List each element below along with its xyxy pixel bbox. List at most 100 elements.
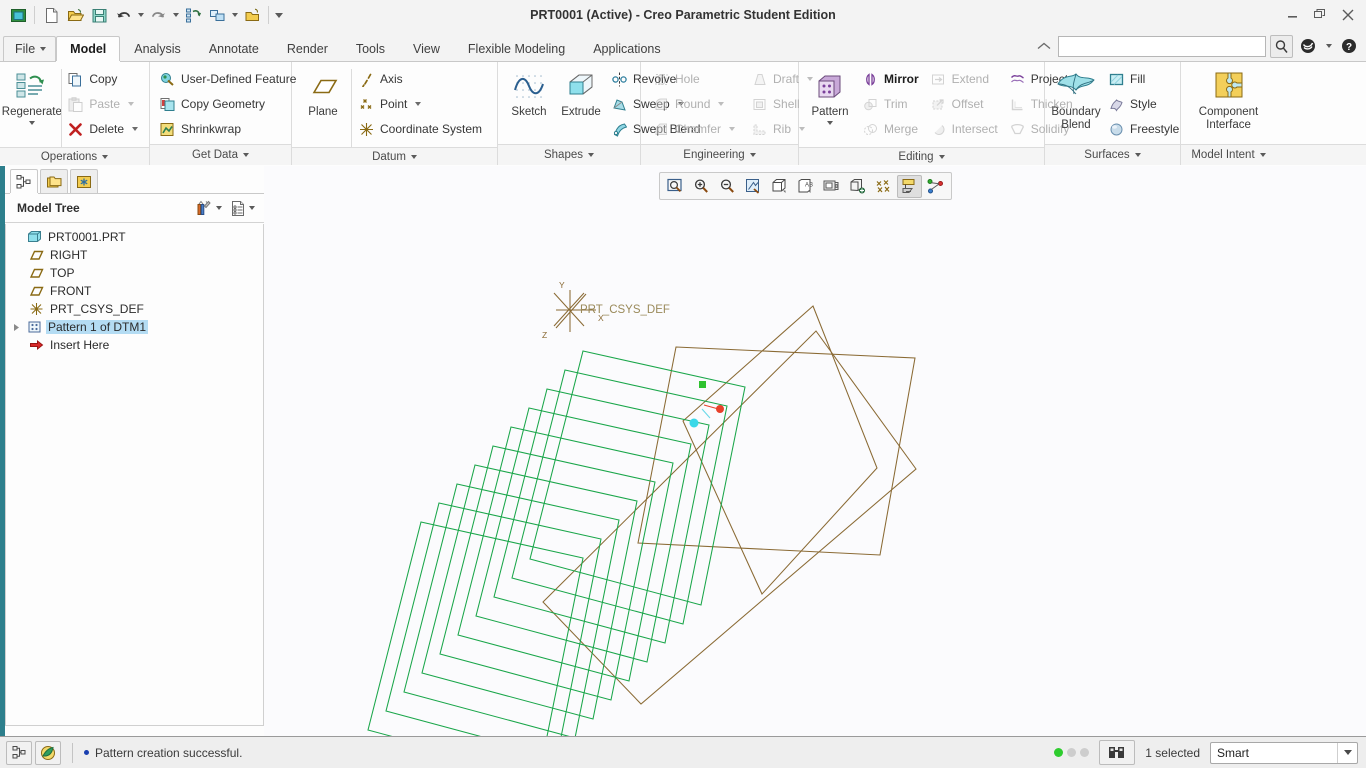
view-manager-icon[interactable] (819, 175, 844, 198)
new-file-icon[interactable] (39, 3, 63, 27)
group-label-get-data[interactable]: Get Data (150, 144, 291, 165)
coordinate-system-button[interactable]: Coordinate System (354, 117, 488, 141)
tree-settings-button[interactable] (227, 198, 258, 219)
redo-dropdown-arrow[interactable] (170, 3, 181, 27)
favorites-tab[interactable] (70, 169, 98, 193)
group-label-engineering[interactable]: Engineering (641, 144, 798, 165)
tab-model[interactable]: Model (56, 36, 121, 61)
refit-icon[interactable] (663, 175, 688, 198)
saved-orientations-icon[interactable]: AB (793, 175, 818, 198)
extrude-button[interactable]: Extrude (555, 66, 607, 121)
chevron-down-icon[interactable] (132, 127, 138, 131)
perspective-view-icon[interactable] (845, 175, 870, 198)
zoom-in-icon[interactable] (689, 175, 714, 198)
copy-button[interactable]: Copy (63, 67, 144, 91)
regenerate-icon[interactable] (181, 3, 205, 27)
datum-display-filters-icon[interactable] (871, 175, 896, 198)
collapse-ribbon-icon[interactable] (1034, 36, 1054, 56)
component-interface-button[interactable]: Component Interface (1192, 66, 1265, 134)
search-input[interactable] (1058, 35, 1266, 57)
close-button[interactable] (1334, 2, 1362, 28)
chevron-down-icon[interactable] (28, 121, 35, 125)
shrinkwrap-button[interactable]: Shrinkwrap (155, 117, 302, 141)
search-field[interactable] (1064, 40, 1260, 52)
annotation-display-icon[interactable] (897, 174, 922, 198)
sketch-button[interactable]: Sketch (503, 66, 555, 121)
ptc-community-icon[interactable] (1297, 35, 1319, 57)
save-icon[interactable] (87, 3, 111, 27)
help-icon[interactable]: ? (1338, 35, 1360, 57)
fill-button[interactable]: Fill (1104, 67, 1185, 91)
group-label-operations[interactable]: Operations (0, 147, 149, 165)
delete-button[interactable]: Delete (63, 117, 144, 141)
tree-item-front[interactable]: FRONT (6, 282, 263, 300)
tree-item-part[interactable]: PRT0001.PRT (6, 228, 263, 246)
community-dropdown-arrow[interactable] (1323, 34, 1334, 58)
hole-button[interactable]: Hole (649, 67, 741, 91)
open-file-icon[interactable] (63, 3, 87, 27)
group-label-editing[interactable]: Editing (799, 147, 1044, 165)
tab-render[interactable]: Render (273, 36, 342, 61)
tree-item-insert-here[interactable]: Insert Here (6, 336, 263, 354)
display-style-icon[interactable] (767, 175, 792, 198)
freestyle-button[interactable]: Freestyle (1104, 117, 1185, 141)
restore-button[interactable] (1306, 2, 1334, 28)
group-label-shapes[interactable]: Shapes (498, 144, 640, 165)
merge-button[interactable]: Merge (858, 117, 925, 141)
redo-icon[interactable] (146, 3, 170, 27)
model-tree-toggle-icon[interactable] (6, 740, 32, 765)
tab-annotate[interactable]: Annotate (195, 36, 273, 61)
regenerate-button[interactable]: Regenerate (2, 66, 62, 128)
chevron-down-icon[interactable] (415, 102, 422, 106)
tree-item-right[interactable]: RIGHT (6, 246, 263, 264)
tree-item-top[interactable]: TOP (6, 264, 263, 282)
user-defined-feature-button[interactable]: User-Defined Feature (155, 67, 302, 91)
search-entities-icon[interactable] (1099, 740, 1136, 765)
chevron-down-icon[interactable] (1337, 742, 1357, 763)
repaint-icon[interactable] (741, 175, 766, 198)
paste-button[interactable]: Paste (63, 92, 144, 116)
tab-applications[interactable]: Applications (579, 36, 674, 61)
graphics-viewport[interactable]: AB Y X Z PRT_CSYS_DEF (264, 166, 1366, 736)
style-button[interactable]: Style (1104, 92, 1185, 116)
tab-view[interactable]: View (399, 36, 454, 61)
tree-filters-button[interactable] (192, 197, 225, 219)
window-switch-dropdown-arrow[interactable] (229, 3, 240, 27)
tab-file[interactable]: File (3, 36, 57, 61)
pattern-handle-direction-2[interactable] (716, 405, 724, 413)
tab-flexible-modeling[interactable]: Flexible Modeling (454, 36, 579, 61)
copy-geometry-button[interactable]: Copy Geometry (155, 92, 302, 116)
offset-button[interactable]: Offset (926, 92, 1004, 116)
axis-button[interactable]: Axis (354, 67, 488, 91)
window-switch-icon[interactable] (205, 3, 229, 27)
tab-analysis[interactable]: Analysis (120, 36, 195, 61)
browser-toggle-icon[interactable] (35, 740, 61, 765)
boundary-blend-button[interactable]: Boundary Blend (1050, 66, 1102, 134)
spin-center-icon[interactable] (923, 175, 948, 198)
tree-item-csys[interactable]: PRT_CSYS_DEF (6, 300, 263, 318)
chamfer-button[interactable]: Chamfer (649, 117, 741, 141)
group-label-model-intent[interactable]: Model Intent (1181, 144, 1276, 165)
undo-icon[interactable] (111, 3, 135, 27)
mirror-button[interactable]: Mirror (858, 67, 925, 91)
model-tree-tab[interactable] (10, 169, 38, 193)
tab-tools[interactable]: Tools (342, 36, 399, 61)
group-label-datum[interactable]: Datum (292, 147, 497, 165)
pattern-button[interactable]: Pattern (804, 66, 856, 128)
pattern-handle-direction-1[interactable] (699, 381, 706, 388)
trim-button[interactable]: Trim (858, 92, 925, 116)
model-tree[interactable]: PRT0001.PRT RIGHT TOP FRONT PRT_CSYS_DEF… (5, 224, 264, 726)
zoom-out-icon[interactable] (715, 175, 740, 198)
close-window-icon[interactable] (240, 3, 264, 27)
selection-filter-dropdown[interactable]: Smart (1210, 741, 1358, 764)
minimize-button[interactable] (1278, 2, 1306, 28)
group-label-surfaces[interactable]: Surfaces (1045, 144, 1180, 165)
round-button[interactable]: Round (649, 92, 741, 116)
point-button[interactable]: Point (354, 92, 488, 116)
search-button[interactable] (1270, 34, 1293, 58)
plane-button[interactable]: Plane (297, 66, 349, 121)
intersect-button[interactable]: Intersect (926, 117, 1004, 141)
undo-dropdown-arrow[interactable] (135, 3, 146, 27)
extend-button[interactable]: Extend (926, 67, 1004, 91)
pattern-handle-origin[interactable] (689, 418, 699, 428)
